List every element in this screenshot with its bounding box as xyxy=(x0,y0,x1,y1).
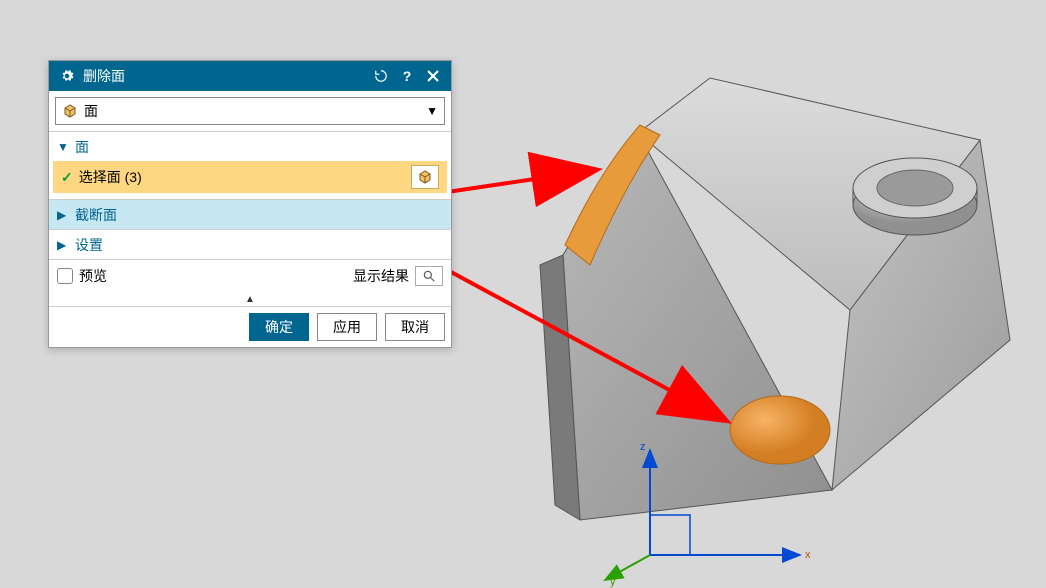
help-icon[interactable]: ? xyxy=(397,66,417,86)
selected-fillet[interactable] xyxy=(565,125,660,265)
face-type-icon xyxy=(62,103,78,119)
caret-right-icon: ▶ xyxy=(57,208,71,222)
apply-button[interactable]: 应用 xyxy=(317,313,377,341)
type-dropdown[interactable]: 面 ▼ xyxy=(55,97,445,125)
caret-right-icon: ▶ xyxy=(57,238,71,252)
dialog-title: 删除面 xyxy=(83,66,365,86)
cancel-button[interactable]: 取消 xyxy=(385,313,445,341)
dialog-header[interactable]: 删除面 ? xyxy=(49,61,451,91)
gear-icon[interactable] xyxy=(57,66,77,86)
preview-label: 预览 xyxy=(79,266,107,286)
section-face[interactable]: ▼ 面 xyxy=(49,131,451,161)
caret-down-icon: ▼ xyxy=(57,140,71,154)
show-result-label: 显示结果 xyxy=(353,266,409,286)
section-face-label: 面 xyxy=(75,137,89,157)
check-icon: ✓ xyxy=(61,169,73,186)
show-result-button[interactable] xyxy=(415,266,443,286)
close-icon[interactable] xyxy=(423,66,443,86)
collapse-handle[interactable]: ▲ xyxy=(49,292,451,306)
section-settings[interactable]: ▶ 设置 xyxy=(49,229,451,259)
selected-hole[interactable] xyxy=(730,396,830,464)
svg-text:y: y xyxy=(610,576,616,588)
reset-icon[interactable] xyxy=(371,66,391,86)
section-cutoff-label: 截断面 xyxy=(75,205,117,225)
section-cutoff[interactable]: ▶ 截断面 xyxy=(49,199,451,229)
dropdown-label: 面 xyxy=(84,101,420,121)
svg-text:x: x xyxy=(805,549,811,561)
selection-row[interactable]: ✓ 选择面 (3) xyxy=(53,161,447,193)
preview-checkbox[interactable] xyxy=(57,268,73,284)
chevron-down-icon: ▼ xyxy=(426,104,438,118)
svg-text:z: z xyxy=(640,441,646,453)
delete-face-dialog: 删除面 ? 面 ▼ ▼ 面 ✓ 选择面 (3) ▶ 截断面 xyxy=(48,60,452,348)
face-select-button[interactable] xyxy=(411,165,439,189)
selection-text: 选择面 (3) xyxy=(79,167,405,187)
section-settings-label: 设置 xyxy=(75,235,103,255)
ok-button[interactable]: 确定 xyxy=(249,313,309,341)
coordinate-axes: x z y xyxy=(605,441,811,588)
